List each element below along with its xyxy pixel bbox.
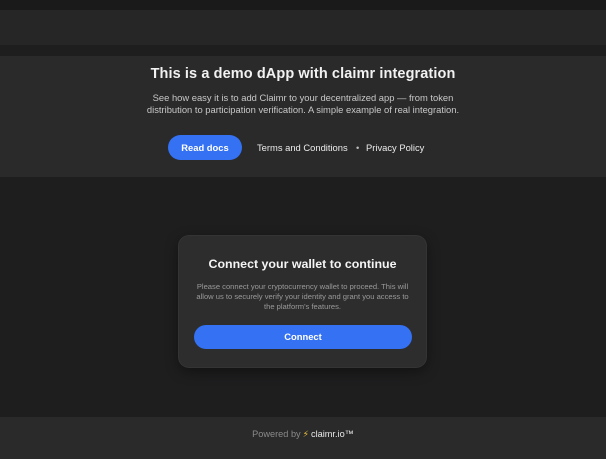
- top-bar: [0, 0, 606, 10]
- hero-actions: Read docs Terms and Conditions • Privacy…: [0, 135, 606, 160]
- terms-link[interactable]: Terms and Conditions: [257, 135, 348, 160]
- powered-by: Powered by ⚡ claimr.io™: [0, 428, 606, 440]
- link-separator: •: [356, 142, 360, 153]
- bolt-icon: ⚡: [302, 429, 309, 439]
- connect-wallet-card: Connect your wallet to continue Please c…: [179, 236, 426, 367]
- card-description: Please connect your cryptocurrency walle…: [196, 282, 409, 311]
- powered-by-label: Powered by: [252, 429, 301, 439]
- card-title: Connect your wallet to continue: [208, 257, 397, 271]
- top-strip: [0, 10, 606, 45]
- hero-title: This is a demo dApp with claimr integrat…: [150, 66, 456, 82]
- privacy-link[interactable]: Privacy Policy: [366, 135, 424, 160]
- hero-section: This is a demo dApp with claimr integrat…: [0, 56, 606, 177]
- read-docs-button[interactable]: Read docs: [168, 135, 242, 160]
- footer: Powered by ⚡ claimr.io™: [0, 417, 606, 459]
- hero-description: See how easy it is to add Claimr to your…: [146, 92, 460, 115]
- brand-link[interactable]: claimr.io™: [311, 429, 354, 439]
- connect-button[interactable]: Connect: [194, 325, 412, 349]
